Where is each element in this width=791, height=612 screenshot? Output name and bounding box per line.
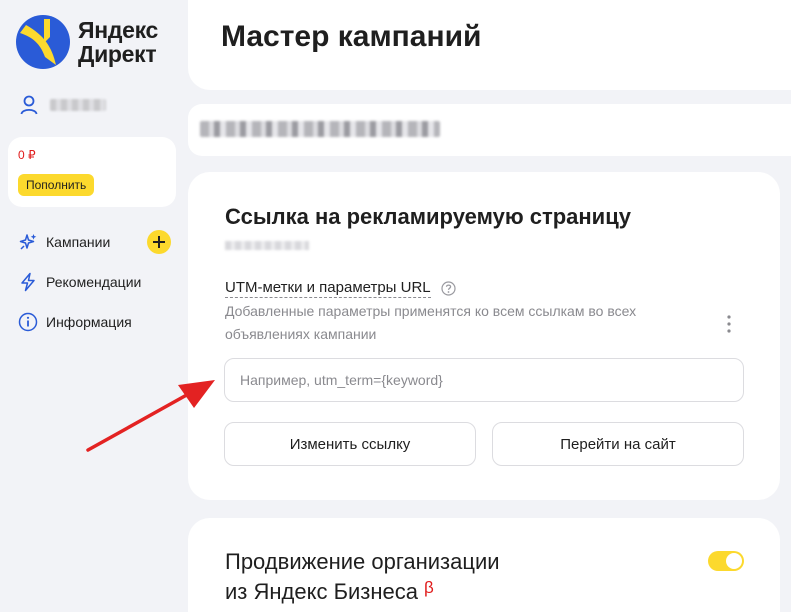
user-icon xyxy=(20,95,38,115)
utm-params-input[interactable] xyxy=(224,358,744,402)
toggle-knob xyxy=(726,553,742,569)
campaign-url-card xyxy=(188,104,791,156)
plus-icon xyxy=(153,236,165,248)
yandex-direct-logo[interactable]: Яндекс Директ xyxy=(14,13,158,71)
sidebar-item-recommendations[interactable]: Рекомендации xyxy=(18,262,178,302)
topup-button[interactable]: Пополнить xyxy=(18,174,95,196)
logo-line-1: Яндекс xyxy=(78,17,159,43)
campaign-url-redacted xyxy=(200,121,440,137)
org-title-line-1: Продвижение организации xyxy=(225,549,500,574)
landing-domain-redacted xyxy=(225,241,309,250)
page-title: Мастер кампаний xyxy=(221,20,482,53)
lightning-icon xyxy=(21,272,35,292)
utm-label-row: UTM-метки и параметры URL xyxy=(225,279,456,298)
info-icon xyxy=(18,312,38,332)
yandex-direct-logo-icon xyxy=(16,15,70,69)
go-to-site-button[interactable]: Перейти на сайт xyxy=(492,422,744,466)
sidebar: Яндекс Директ 0 ₽ Пополнить Кампании Рек… xyxy=(0,0,186,612)
org-card-title: Продвижение организации из Яндекс Бизнес… xyxy=(225,547,585,607)
logo-line-2: Директ xyxy=(78,41,157,67)
add-campaign-button[interactable] xyxy=(147,230,171,254)
balance-card: 0 ₽ Пополнить xyxy=(8,137,176,207)
more-vertical-icon[interactable] xyxy=(727,314,731,334)
user-account[interactable] xyxy=(20,95,106,115)
sidebar-nav: Кампании Рекомендации Информация xyxy=(18,222,178,342)
landing-link-card: Ссылка на рекламируемую страницу UTM-мет… xyxy=(188,172,780,500)
question-icon[interactable] xyxy=(441,281,456,296)
change-link-button[interactable]: Изменить ссылку xyxy=(224,422,476,466)
sidebar-item-label: Рекомендации xyxy=(46,274,142,290)
sidebar-item-label: Кампании xyxy=(46,234,111,250)
annotation-arrow-icon xyxy=(86,380,215,452)
business-promotion-card: Продвижение организации из Яндекс Бизнес… xyxy=(188,518,780,612)
sidebar-item-campaigns[interactable]: Кампании xyxy=(18,222,178,262)
username-redacted xyxy=(50,99,106,111)
sidebar-item-info[interactable]: Информация xyxy=(18,302,178,342)
utm-description: Добавленные параметры применятся ко всем… xyxy=(225,303,637,342)
beta-badge: β xyxy=(424,578,434,597)
sidebar-item-label: Информация xyxy=(46,314,132,330)
sparkle-icon xyxy=(19,234,37,250)
business-promotion-toggle[interactable] xyxy=(708,551,744,571)
card-title: Ссылка на рекламируемую страницу xyxy=(225,204,631,229)
header: Мастер кампаний xyxy=(188,0,791,90)
utm-label[interactable]: UTM-метки и параметры URL xyxy=(225,279,431,298)
org-title-line-2: из Яндекс Бизнеса xyxy=(225,579,419,604)
balance-amount: 0 ₽ xyxy=(18,148,36,162)
